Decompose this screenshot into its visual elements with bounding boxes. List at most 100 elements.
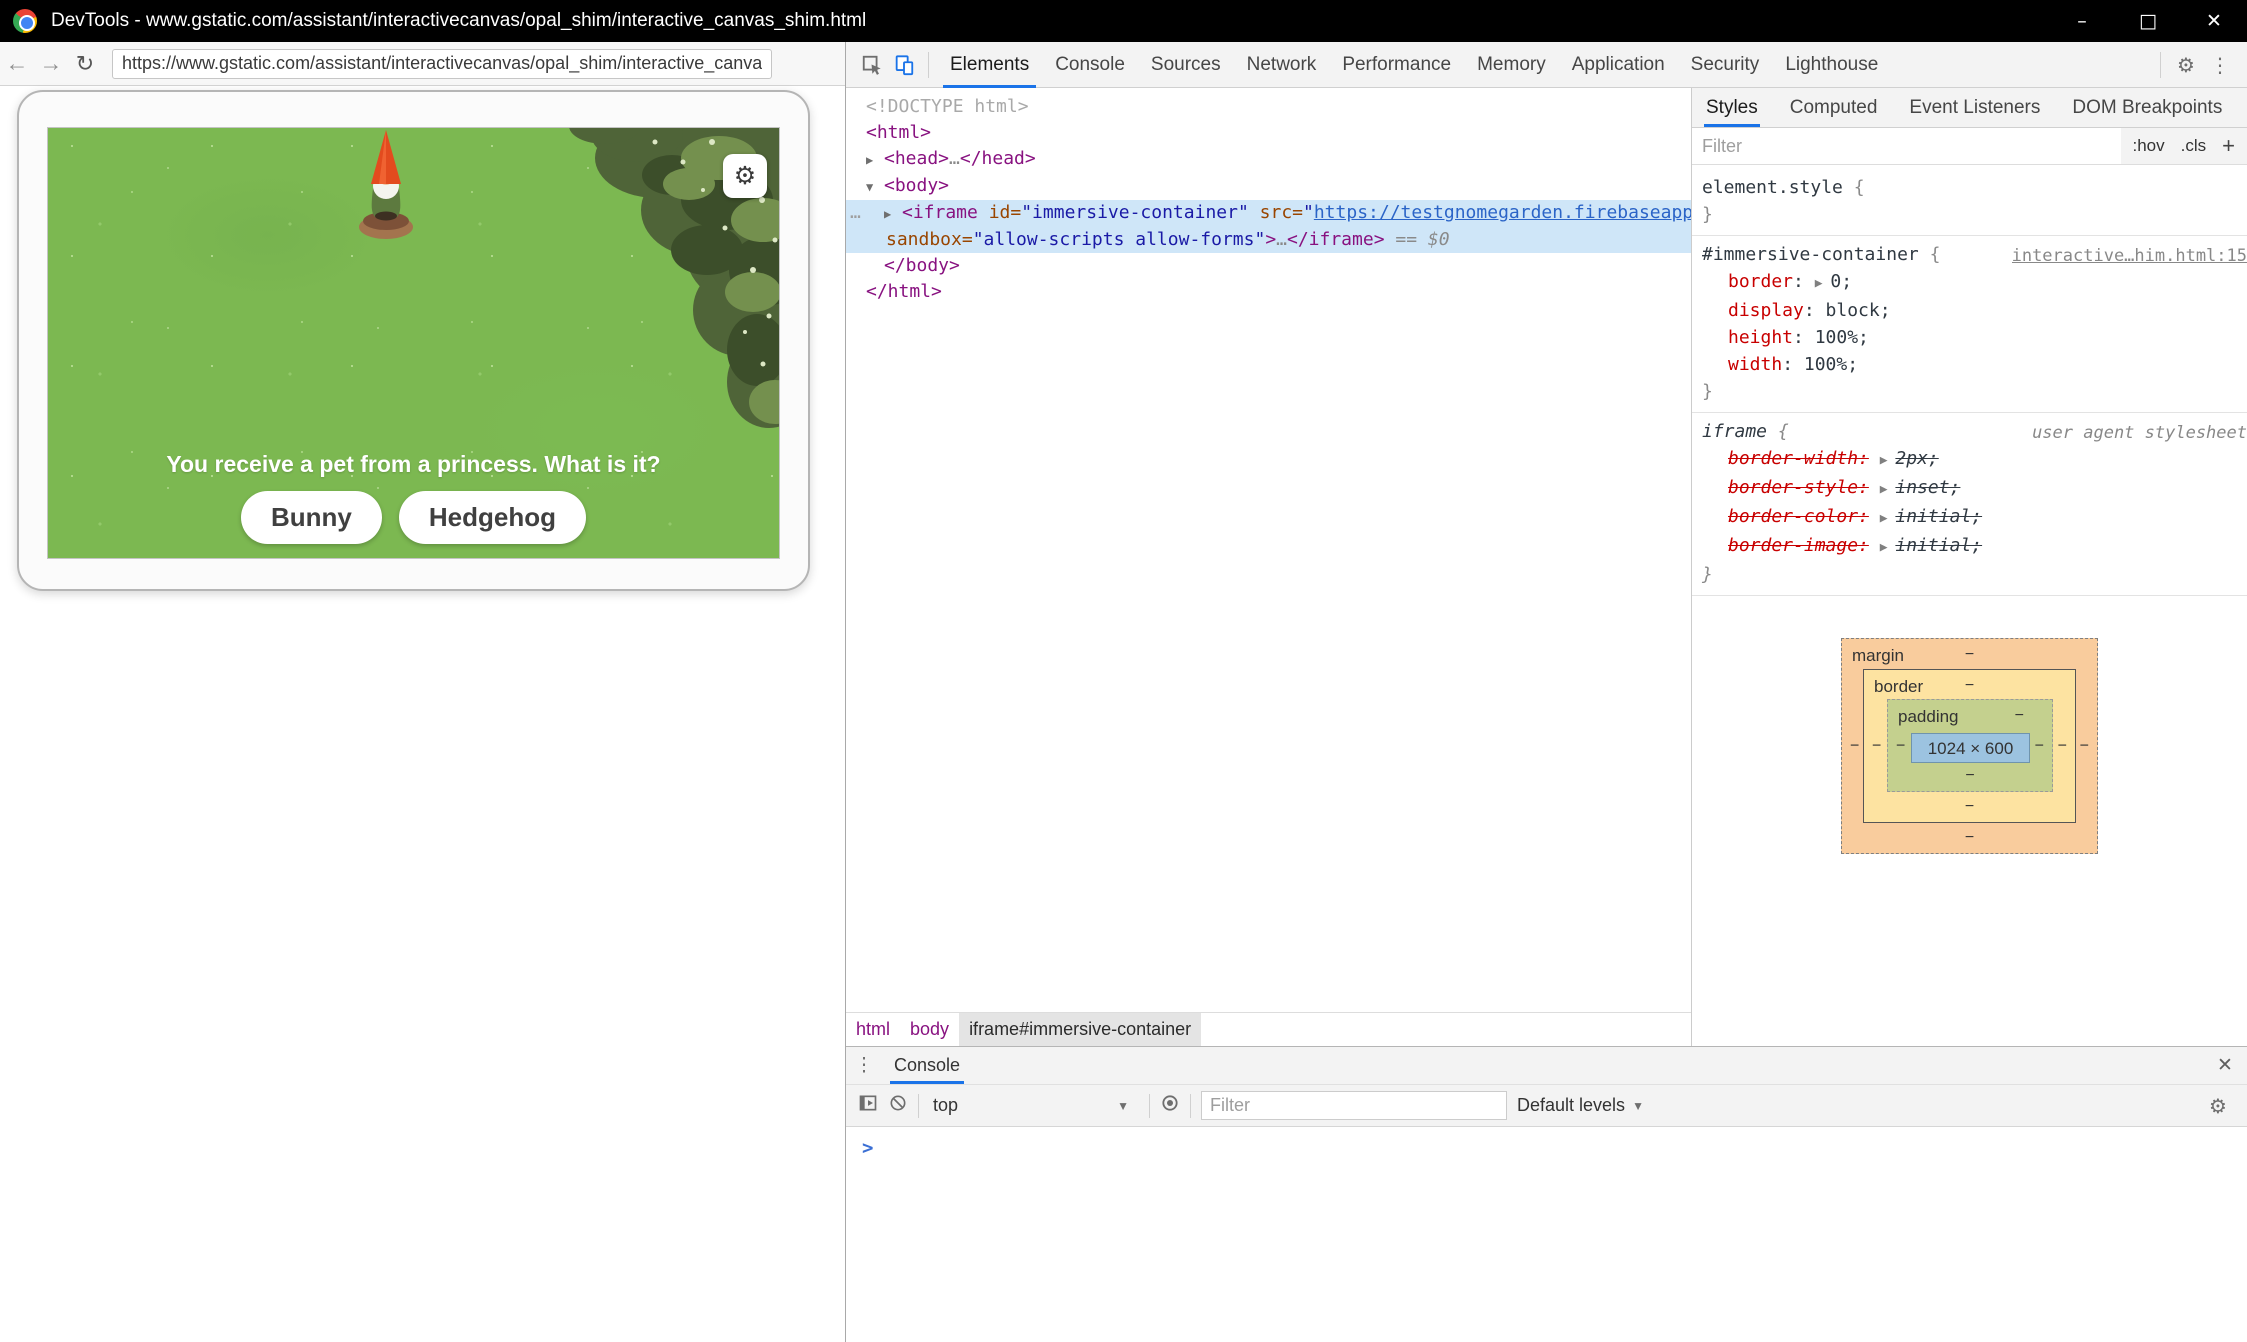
tab-security[interactable]: Security bbox=[1678, 42, 1773, 88]
maximize-button[interactable]: □ bbox=[2115, 0, 2181, 42]
tab-dom-breakpoints[interactable]: DOM Breakpoints bbox=[2070, 88, 2224, 127]
levels-value: Default levels bbox=[1517, 1095, 1625, 1116]
tab-application[interactable]: Application bbox=[1559, 42, 1678, 88]
forward-icon[interactable]: → bbox=[34, 50, 68, 77]
tab-performance[interactable]: Performance bbox=[1329, 42, 1464, 88]
toggle-hover-state[interactable]: :hov bbox=[2133, 136, 2165, 156]
console-sidebar-toggle-icon[interactable] bbox=[858, 1093, 878, 1118]
box-model-diagram[interactable]: margin − − − − border − − − − bbox=[1841, 638, 2098, 854]
box-model-border[interactable]: border − − − − padding − − − bbox=[1863, 669, 2076, 823]
toolbar-separator bbox=[1149, 1094, 1150, 1118]
border-bottom-value: − bbox=[1965, 793, 1974, 820]
tree-expanded-icon[interactable]: ▼ bbox=[866, 174, 884, 200]
css-property-overridden[interactable]: border-style: ▶ inset; bbox=[1702, 474, 2237, 503]
rule-immersive-container[interactable]: interactive…him.html:15 #immersive-conta… bbox=[1692, 236, 2247, 413]
tab-styles[interactable]: Styles bbox=[1704, 88, 1760, 127]
tree-collapsed-icon[interactable]: ▶ bbox=[866, 147, 884, 173]
chevron-down-icon: ▼ bbox=[1117, 1099, 1139, 1113]
screencast-page: ⚙ You receive a pet from a princess. Wha… bbox=[0, 86, 845, 1342]
breadcrumb-html[interactable]: html bbox=[846, 1013, 900, 1046]
css-property-overridden[interactable]: border-image: ▶ initial; bbox=[1702, 532, 2237, 561]
console-settings-gear-icon[interactable]: ⚙ bbox=[2201, 1094, 2235, 1118]
tab-lighthouse[interactable]: Lighthouse bbox=[1772, 42, 1891, 88]
dom-node-body-close[interactable]: </body> bbox=[846, 253, 1691, 279]
drawer-close-icon[interactable]: ✕ bbox=[2203, 1054, 2247, 1077]
css-property[interactable]: height: 100%; bbox=[1702, 324, 2237, 351]
box-model-margin[interactable]: margin − − − − border − − − − bbox=[1841, 638, 2098, 854]
toolbar-separator bbox=[1190, 1094, 1191, 1118]
css-property[interactable]: width: 100%; bbox=[1702, 351, 2237, 378]
clear-console-icon[interactable] bbox=[888, 1093, 908, 1118]
dom-node-doctype[interactable]: <!DOCTYPE html> bbox=[846, 94, 1691, 120]
padding-left-value: − bbox=[1896, 732, 1905, 759]
game-question: You receive a pet from a princess. What … bbox=[48, 451, 779, 478]
bunny-button[interactable]: Bunny bbox=[241, 491, 382, 544]
hedgehog-button[interactable]: Hedgehog bbox=[399, 491, 586, 544]
screencast-navbar: ← → ↻ bbox=[0, 42, 845, 86]
tree-collapsed-icon[interactable]: ▶ bbox=[884, 201, 902, 227]
margin-right-value: − bbox=[2080, 733, 2089, 760]
console-prompt-chevron[interactable]: > bbox=[846, 1127, 2247, 1159]
devtools-tabs: Elements Console Sources Network Perform… bbox=[937, 42, 1891, 87]
border-left-value: − bbox=[1872, 733, 1881, 760]
box-model-padding[interactable]: padding − − − − 1024 × 600 bbox=[1887, 699, 2053, 792]
drawer-kebab-icon[interactable]: ⋮ bbox=[846, 1054, 882, 1077]
border-right-value: − bbox=[2058, 733, 2067, 760]
devtools-pane: Elements Console Sources Network Perform… bbox=[845, 42, 2247, 1342]
settings-gear-icon[interactable]: ⚙ bbox=[2169, 53, 2203, 77]
context-value: top bbox=[933, 1095, 958, 1116]
tab-memory[interactable]: Memory bbox=[1464, 42, 1559, 88]
title-bar: DevTools - www.gstatic.com/assistant/int… bbox=[0, 0, 2247, 42]
tab-event-listeners[interactable]: Event Listeners bbox=[1907, 88, 2042, 127]
elements-panel: <!DOCTYPE html> <html> ▶<head>…</head> ▼… bbox=[846, 88, 1691, 1046]
box-model-content[interactable]: 1024 × 600 bbox=[1911, 733, 2030, 763]
tab-elements[interactable]: Elements bbox=[937, 42, 1042, 88]
dom-node-iframe-selected[interactable]: …▶<iframe id="immersive-container" src="… bbox=[846, 200, 1691, 253]
breadcrumb: html body iframe#immersive-container bbox=[846, 1012, 1691, 1046]
url-input[interactable] bbox=[112, 49, 772, 79]
user-agent-stylesheet-label: user agent stylesheet bbox=[2032, 420, 2247, 447]
tab-network[interactable]: Network bbox=[1234, 42, 1330, 88]
game-canvas[interactable]: ⚙ You receive a pet from a princess. Wha… bbox=[47, 127, 780, 559]
reload-icon[interactable]: ↻ bbox=[68, 51, 102, 77]
kebab-menu-icon[interactable]: ⋮ bbox=[2203, 53, 2237, 77]
dom-node-html-open[interactable]: <html> bbox=[846, 120, 1691, 146]
close-button[interactable]: ✕ bbox=[2181, 0, 2247, 42]
live-expression-eye-icon[interactable] bbox=[1160, 1093, 1180, 1118]
rule-iframe-user-agent[interactable]: user agent stylesheet iframe { border-wi… bbox=[1692, 413, 2247, 596]
toggle-class-editor[interactable]: .cls bbox=[2181, 136, 2207, 156]
padding-top-value: − bbox=[2015, 702, 2024, 729]
dom-node-html-close[interactable]: </html> bbox=[846, 279, 1691, 305]
new-style-rule-icon[interactable]: + bbox=[2222, 133, 2235, 159]
devtools-window: DevTools - www.gstatic.com/assistant/int… bbox=[0, 0, 2247, 1342]
dom-node-head[interactable]: ▶<head>…</head> bbox=[846, 146, 1691, 173]
console-filter-input[interactable] bbox=[1201, 1091, 1507, 1120]
gear-icon: ⚙ bbox=[734, 161, 756, 191]
css-property-overridden[interactable]: border-color: ▶ initial; bbox=[1702, 503, 2237, 532]
styles-filter-input[interactable] bbox=[1692, 128, 2121, 164]
minimize-button[interactable]: – bbox=[2049, 0, 2115, 42]
console-drawer-tab[interactable]: Console bbox=[882, 1047, 972, 1084]
inspect-element-icon[interactable] bbox=[856, 49, 888, 81]
javascript-context-dropdown[interactable]: top ▼ bbox=[929, 1095, 1139, 1116]
tab-computed[interactable]: Computed bbox=[1788, 88, 1880, 127]
css-property-overridden[interactable]: border-width: ▶ 2px; bbox=[1702, 445, 2237, 474]
breadcrumb-body[interactable]: body bbox=[900, 1013, 959, 1046]
device-toolbar-icon[interactable] bbox=[888, 49, 920, 81]
tab-console[interactable]: Console bbox=[1042, 42, 1138, 88]
breadcrumb-iframe[interactable]: iframe#immersive-container bbox=[959, 1013, 1201, 1046]
game-settings-button[interactable]: ⚙ bbox=[723, 154, 767, 198]
css-property[interactable]: display: block; bbox=[1702, 297, 2237, 324]
dom-node-body-open[interactable]: ▼<body> bbox=[846, 173, 1691, 200]
log-levels-dropdown[interactable]: Default levels ▼ bbox=[1517, 1095, 1644, 1116]
rule-source-link[interactable]: interactive…him.html:15 bbox=[2012, 243, 2247, 270]
console-drawer-header: ⋮ Console ✕ bbox=[846, 1047, 2247, 1085]
css-property[interactable]: border: ▶ 0; bbox=[1702, 268, 2237, 297]
node-menu-ellipsis[interactable]: … bbox=[850, 200, 862, 226]
rule-element-style[interactable]: element.style { } bbox=[1692, 169, 2247, 236]
chevron-down-icon: ▼ bbox=[1632, 1099, 1644, 1113]
console-log-area[interactable]: > bbox=[846, 1127, 2247, 1342]
styles-tabs: Styles Computed Event Listeners DOM Brea… bbox=[1692, 88, 2247, 128]
back-icon[interactable]: ← bbox=[0, 50, 34, 77]
tab-sources[interactable]: Sources bbox=[1138, 42, 1234, 88]
